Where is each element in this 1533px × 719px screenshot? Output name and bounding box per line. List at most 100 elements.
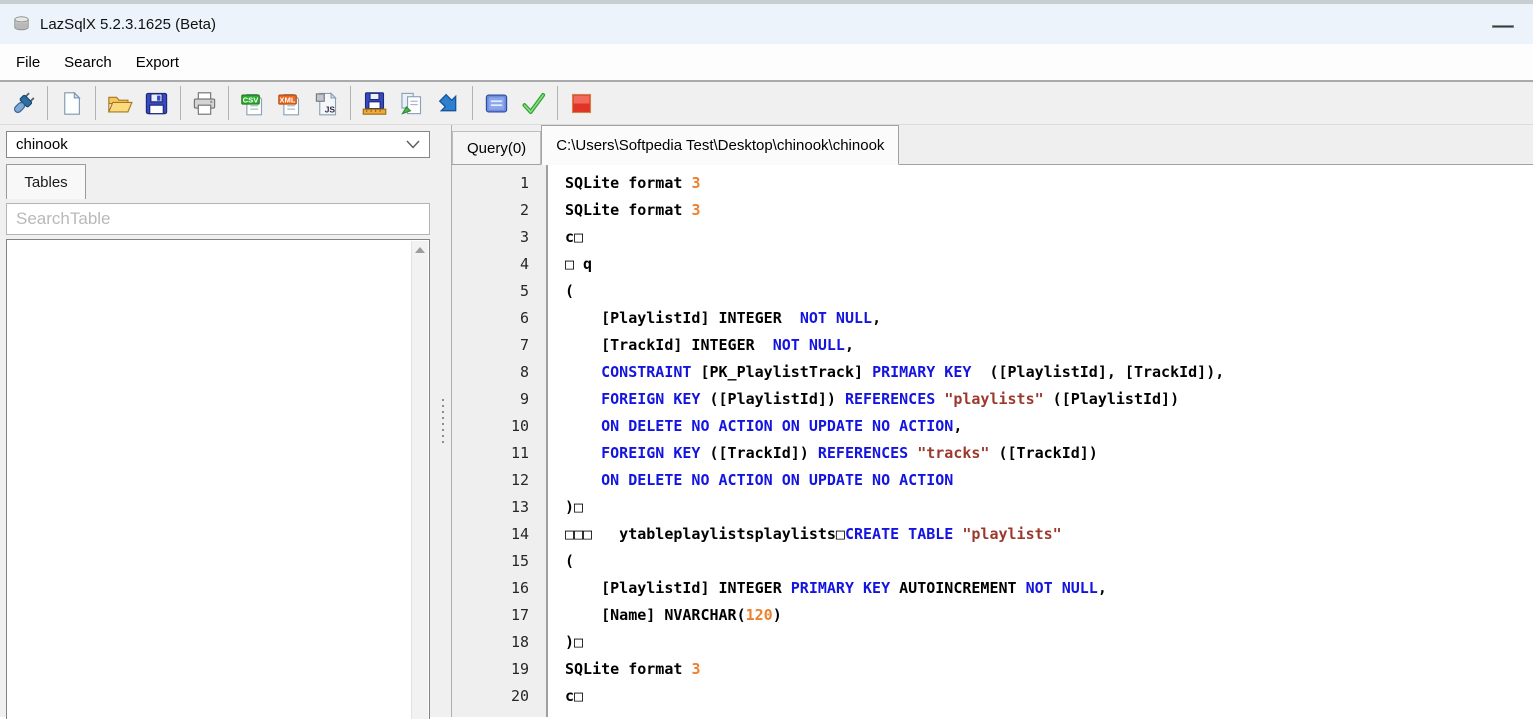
code-line: FOREIGN KEY ([PlaylistId]) REFERENCES "p… bbox=[565, 386, 1533, 413]
code-line: ON DELETE NO ACTION ON UPDATE NO ACTION, bbox=[565, 413, 1533, 440]
tab-query[interactable]: Query(0) bbox=[452, 131, 541, 164]
svg-text:JS: JS bbox=[325, 104, 336, 114]
svg-text:XML: XML bbox=[279, 95, 295, 104]
line-number: 16 bbox=[452, 575, 529, 602]
stop-button[interactable] bbox=[563, 84, 600, 122]
toolbar: CSV XML JS bbox=[0, 82, 1533, 125]
line-number: 1 bbox=[452, 170, 529, 197]
code-line: [Name] NVARCHAR(120) bbox=[565, 602, 1533, 629]
line-number: 2 bbox=[452, 197, 529, 224]
line-number: 19 bbox=[452, 656, 529, 683]
code-line: □ bbox=[565, 710, 1533, 717]
code-line: CONSTRAINT [PK_PlaylistTrack] PRIMARY KE… bbox=[565, 359, 1533, 386]
save-button[interactable] bbox=[138, 84, 175, 122]
line-number: 5 bbox=[452, 278, 529, 305]
main-area: chinook Tables Query(0) C:\Users\Softpedi… bbox=[0, 125, 1533, 717]
connect-icon bbox=[10, 90, 37, 117]
tab-tables[interactable]: Tables bbox=[6, 164, 86, 199]
panel-splitter[interactable] bbox=[436, 125, 452, 717]
run-export-button[interactable] bbox=[430, 84, 467, 122]
code-line: )□ bbox=[565, 494, 1533, 521]
run-export-icon bbox=[435, 90, 462, 117]
line-number: 3 bbox=[452, 224, 529, 251]
code-line: FOREIGN KEY ([TrackId]) REFERENCES "trac… bbox=[565, 440, 1533, 467]
save-format-button[interactable] bbox=[356, 84, 393, 122]
validate-icon bbox=[520, 90, 547, 117]
line-number: 20 bbox=[452, 683, 529, 710]
menu-search[interactable]: Search bbox=[52, 48, 124, 77]
print-button[interactable] bbox=[186, 84, 223, 122]
title-bar: LazSqlX 5.2.3.1625 (Beta) bbox=[0, 4, 1533, 44]
code-line: )□ bbox=[565, 629, 1533, 656]
toolbar-separator bbox=[180, 86, 181, 120]
show-panel-icon bbox=[483, 90, 510, 117]
export-xml-icon: XML bbox=[276, 90, 303, 117]
toolbar-separator bbox=[47, 86, 48, 120]
line-number: 4 bbox=[452, 251, 529, 278]
code-line: SQLite format 3 bbox=[565, 197, 1533, 224]
chevron-down-icon bbox=[406, 136, 420, 153]
app-database-icon bbox=[12, 15, 31, 34]
database-select-value: chinook bbox=[16, 136, 68, 153]
line-number-gutter: 123456789101112131415161718192021 bbox=[452, 165, 548, 717]
line-number: 15 bbox=[452, 548, 529, 575]
tab-label: C:\Users\Softpedia Test\Desktop\chinook\… bbox=[556, 137, 884, 154]
connect-button[interactable] bbox=[5, 84, 42, 122]
open-file-button[interactable] bbox=[101, 84, 138, 122]
tab-file-chinook[interactable]: C:\Users\Softpedia Test\Desktop\chinook\… bbox=[541, 125, 899, 165]
sql-editor[interactable]: 123456789101112131415161718192021 SQLite… bbox=[452, 165, 1533, 717]
window-title: LazSqlX 5.2.3.1625 (Beta) bbox=[40, 16, 216, 33]
code-line: □□□ ytableplaylistsplaylists□CREATE TABL… bbox=[565, 521, 1533, 548]
code-line: [PlaylistId] INTEGER NOT NULL, bbox=[565, 305, 1533, 332]
menu-file[interactable]: File bbox=[4, 48, 52, 77]
scroll-up-icon bbox=[415, 247, 425, 253]
line-number: 17 bbox=[452, 602, 529, 629]
code-line: SQLite format 3 bbox=[565, 170, 1533, 197]
code-line: ON DELETE NO ACTION ON UPDATE NO ACTION bbox=[565, 467, 1533, 494]
new-file-icon bbox=[58, 90, 85, 117]
line-number: 21 bbox=[452, 710, 529, 717]
new-file-button[interactable] bbox=[53, 84, 90, 122]
print-icon bbox=[191, 90, 218, 117]
splitter-grip-icon bbox=[442, 399, 444, 443]
code-line: □ q bbox=[565, 251, 1533, 278]
search-table-input[interactable] bbox=[6, 203, 430, 235]
minimize-button[interactable] bbox=[1491, 21, 1515, 31]
code-line: SQLite format 3 bbox=[565, 656, 1533, 683]
tab-label: Query(0) bbox=[467, 140, 526, 157]
database-select[interactable]: chinook bbox=[6, 131, 430, 158]
stop-icon bbox=[568, 90, 595, 117]
code-line: c□ bbox=[565, 683, 1533, 710]
tables-list[interactable] bbox=[6, 239, 430, 719]
export-json-icon: JS bbox=[313, 90, 340, 117]
export-csv-button[interactable]: CSV bbox=[234, 84, 271, 122]
menu-bar: FileSearchExport bbox=[0, 44, 1533, 82]
toolbar-separator bbox=[472, 86, 473, 120]
line-number: 12 bbox=[452, 467, 529, 494]
menu-export[interactable]: Export bbox=[124, 48, 191, 77]
save-icon bbox=[143, 90, 170, 117]
editor-tab-strip: Query(0) C:\Users\Softpedia Test\Desktop\… bbox=[452, 125, 1533, 165]
line-number: 7 bbox=[452, 332, 529, 359]
line-number: 11 bbox=[452, 440, 529, 467]
tables-list-scrollbar[interactable] bbox=[411, 241, 428, 719]
line-number: 8 bbox=[452, 359, 529, 386]
code-area[interactable]: SQLite format 3SQLite format 3c□□ q( [Pl… bbox=[548, 165, 1533, 717]
export-json-button[interactable]: JS bbox=[308, 84, 345, 122]
code-line: ( bbox=[565, 548, 1533, 575]
editor-panel: Query(0) C:\Users\Softpedia Test\Desktop\… bbox=[452, 125, 1533, 717]
open-file-icon bbox=[106, 90, 133, 117]
code-line: ( bbox=[565, 278, 1533, 305]
tab-tables-label: Tables bbox=[24, 174, 67, 191]
validate-button[interactable] bbox=[515, 84, 552, 122]
code-line: [PlaylistId] INTEGER PRIMARY KEY AUTOINC… bbox=[565, 575, 1533, 602]
line-number: 10 bbox=[452, 413, 529, 440]
export-xml-button[interactable]: XML bbox=[271, 84, 308, 122]
save-format-icon bbox=[361, 90, 388, 117]
line-number: 9 bbox=[452, 386, 529, 413]
minimize-icon bbox=[1492, 25, 1514, 28]
copy-results-button[interactable] bbox=[393, 84, 430, 122]
toolbar-separator bbox=[228, 86, 229, 120]
show-panel-button[interactable] bbox=[478, 84, 515, 122]
code-line: [TrackId] INTEGER NOT NULL, bbox=[565, 332, 1533, 359]
